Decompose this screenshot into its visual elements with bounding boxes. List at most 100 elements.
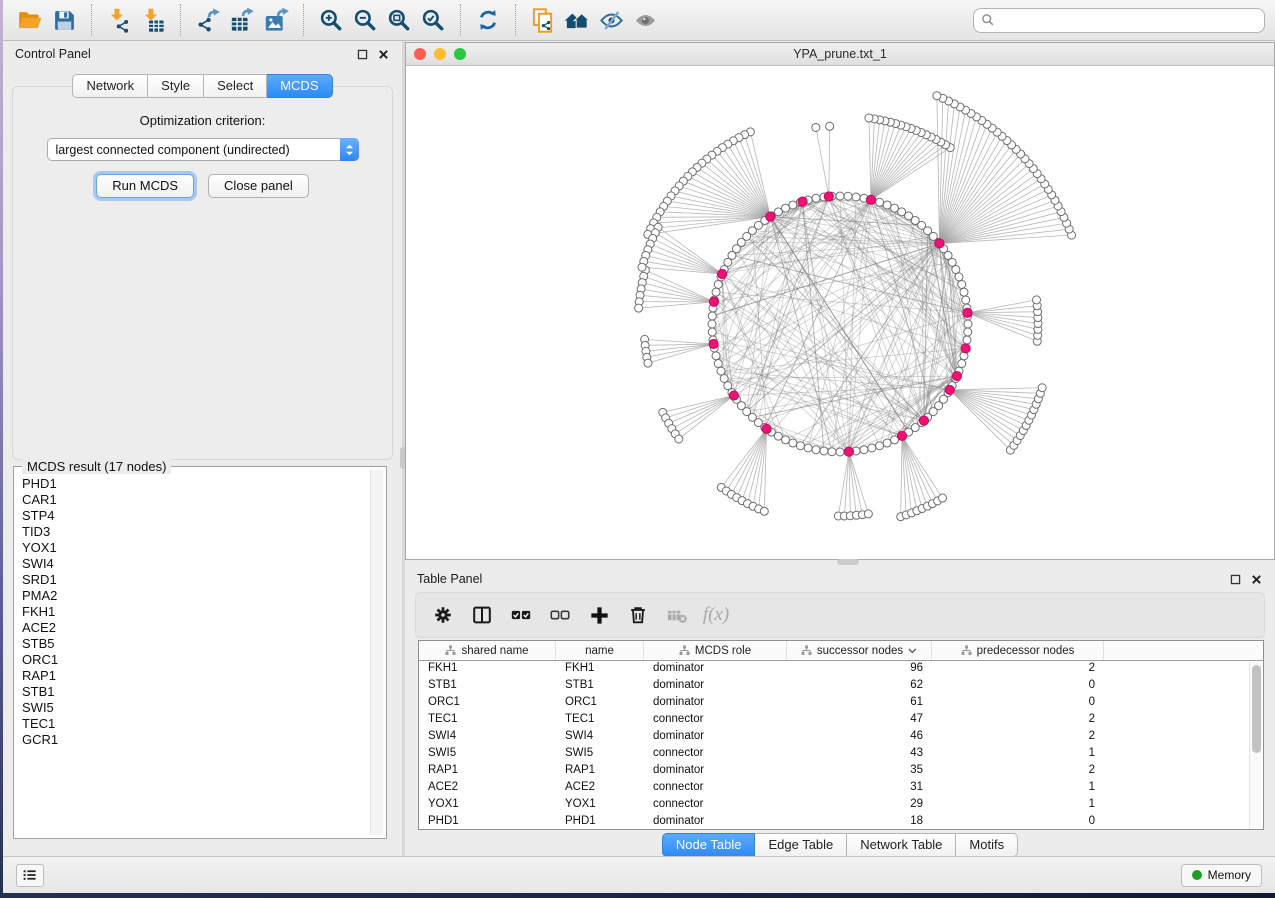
horizontal-splitter-grip[interactable] — [837, 559, 859, 565]
mcds-result-item[interactable]: RAP1 — [17, 668, 369, 684]
function-builder-button[interactable]: f(x) — [701, 600, 731, 630]
mcds-result-item[interactable]: ACE2 — [17, 620, 369, 636]
mcds-result-item[interactable]: CAR1 — [17, 492, 369, 508]
cell-mcds-role: dominator — [644, 814, 787, 829]
mcds-result-item[interactable]: SWI4 — [17, 556, 369, 572]
table-row[interactable]: ORC1 ORC1 dominator 61 0 — [419, 695, 1249, 712]
cell-successor-nodes: 46 — [787, 729, 932, 746]
tab-motifs[interactable]: Motifs — [956, 833, 1018, 857]
cell-name: TEC1 — [556, 712, 644, 729]
cell-predecessor-nodes: 1 — [932, 780, 1104, 797]
table-row[interactable]: SWI4 SWI4 dominator 46 2 — [419, 729, 1249, 746]
table-scrollbar-thumb[interactable] — [1252, 665, 1261, 753]
mcds-result-item[interactable]: GCR1 — [17, 732, 369, 748]
window-close-icon[interactable] — [414, 48, 426, 60]
criterion-select[interactable]: largest connected component (undirected) — [47, 138, 359, 161]
column-header-name[interactable]: name — [556, 641, 644, 660]
table-row[interactable]: RAP1 RAP1 dominator 35 2 — [419, 763, 1249, 780]
export-image-button[interactable] — [259, 3, 293, 37]
status-log-button[interactable] — [16, 864, 44, 887]
cell-predecessor-nodes: 0 — [932, 695, 1104, 712]
column-header-mcds-role[interactable]: MCDS role — [644, 641, 787, 660]
column-header-predecessor-nodes[interactable]: predecessor nodes — [932, 641, 1104, 660]
zoom-fit-button[interactable] — [382, 3, 416, 37]
search-input[interactable] — [1000, 12, 1257, 28]
mcds-list-scrollbar[interactable] — [370, 470, 383, 835]
sort-descending-icon — [908, 648, 917, 654]
mcds-result-item[interactable]: PMA2 — [17, 588, 369, 604]
table-row[interactable]: STB1 STB1 dominator 62 0 — [419, 678, 1249, 695]
select-all-button[interactable] — [506, 600, 536, 630]
import-network-button[interactable] — [102, 3, 136, 37]
tab-select[interactable]: Select — [204, 74, 267, 98]
mcds-result-item[interactable]: STB5 — [17, 636, 369, 652]
mcds-result-item[interactable]: TEC1 — [17, 716, 369, 732]
window-minimize-icon[interactable] — [434, 48, 446, 60]
cell-shared-name: SWI4 — [419, 729, 556, 746]
table-settings-button[interactable] — [428, 600, 458, 630]
mcds-result-item[interactable]: TID3 — [17, 524, 369, 540]
export-table-button[interactable] — [225, 3, 259, 37]
network-canvas[interactable] — [406, 66, 1274, 559]
window-zoom-icon[interactable] — [454, 48, 466, 60]
import-table-button[interactable] — [136, 3, 170, 37]
new-session-from-network-button[interactable] — [526, 3, 560, 37]
session-document-icon — [530, 7, 557, 34]
float-panel-icon[interactable] — [356, 48, 369, 61]
mcds-result-item[interactable]: SRD1 — [17, 572, 369, 588]
cell-shared-name: FKH1 — [419, 661, 556, 678]
show-all-button[interactable] — [560, 3, 594, 37]
table-row[interactable]: PHD1 PHD1 dominator 18 0 — [419, 814, 1249, 829]
close-panel-icon[interactable] — [377, 48, 390, 61]
column-header-shared-name[interactable]: shared name — [419, 641, 556, 660]
delete-column-button[interactable] — [623, 600, 653, 630]
table-row[interactable]: ACE2 ACE2 connector 31 1 — [419, 780, 1249, 797]
cell-successor-nodes: 29 — [787, 797, 932, 814]
create-column-button[interactable] — [584, 600, 614, 630]
criterion-selected-value: largest connected component (undirected) — [48, 143, 340, 157]
delete-table-button[interactable] — [662, 600, 692, 630]
show-column-button[interactable] — [467, 600, 497, 630]
export-image-icon — [263, 7, 290, 34]
table-row[interactable]: FKH1 FKH1 dominator 96 2 — [419, 661, 1249, 678]
zoom-out-button[interactable] — [348, 3, 382, 37]
table-scrollbar[interactable] — [1249, 662, 1262, 828]
save-session-button[interactable] — [47, 3, 81, 37]
search-field[interactable] — [973, 8, 1265, 33]
mcds-result-item[interactable]: YOX1 — [17, 540, 369, 556]
table-row[interactable]: YOX1 YOX1 connector 29 1 — [419, 797, 1249, 814]
network-graph[interactable] — [406, 66, 1274, 559]
mcds-result-item[interactable]: FKH1 — [17, 604, 369, 620]
mcds-result-item[interactable]: ORC1 — [17, 652, 369, 668]
mcds-result-item[interactable]: SWI5 — [17, 700, 369, 716]
mcds-result-item[interactable]: PHD1 — [17, 476, 369, 492]
tab-mcds[interactable]: MCDS — [267, 74, 332, 98]
tab-network[interactable]: Network — [72, 74, 148, 98]
close-panel-icon[interactable] — [1250, 573, 1263, 586]
memory-button[interactable]: Memory — [1181, 864, 1262, 887]
attribute-type-icon — [679, 645, 690, 656]
tab-edge-table[interactable]: Edge Table — [755, 833, 847, 857]
column-header-successor-nodes[interactable]: successor nodes — [787, 641, 932, 660]
run-mcds-button[interactable]: Run MCDS — [96, 174, 194, 198]
close-panel-button[interactable]: Close panel — [208, 174, 309, 198]
refresh-button[interactable] — [471, 3, 505, 37]
zoom-selected-button[interactable] — [416, 3, 450, 37]
zoom-in-button[interactable] — [314, 3, 348, 37]
show-hidden-button[interactable] — [628, 3, 662, 37]
tab-network-table[interactable]: Network Table — [847, 833, 956, 857]
float-panel-icon[interactable] — [1229, 573, 1242, 586]
hide-selected-button[interactable] — [594, 3, 628, 37]
table-row[interactable]: TEC1 TEC1 connector 47 2 — [419, 712, 1249, 729]
table-row[interactable]: SWI5 SWI5 connector 43 1 — [419, 746, 1249, 763]
mcds-result-item[interactable]: STB1 — [17, 684, 369, 700]
open-session-button[interactable] — [13, 3, 47, 37]
tab-node-table[interactable]: Node Table — [662, 833, 756, 857]
tab-style[interactable]: Style — [148, 74, 204, 98]
export-network-button[interactable] — [191, 3, 225, 37]
mcds-result-item[interactable]: STP4 — [17, 508, 369, 524]
unselect-all-button[interactable] — [545, 600, 575, 630]
status-bar: Memory — [3, 856, 1275, 893]
toolbar-separator — [460, 4, 461, 36]
export-table-icon — [229, 7, 256, 34]
